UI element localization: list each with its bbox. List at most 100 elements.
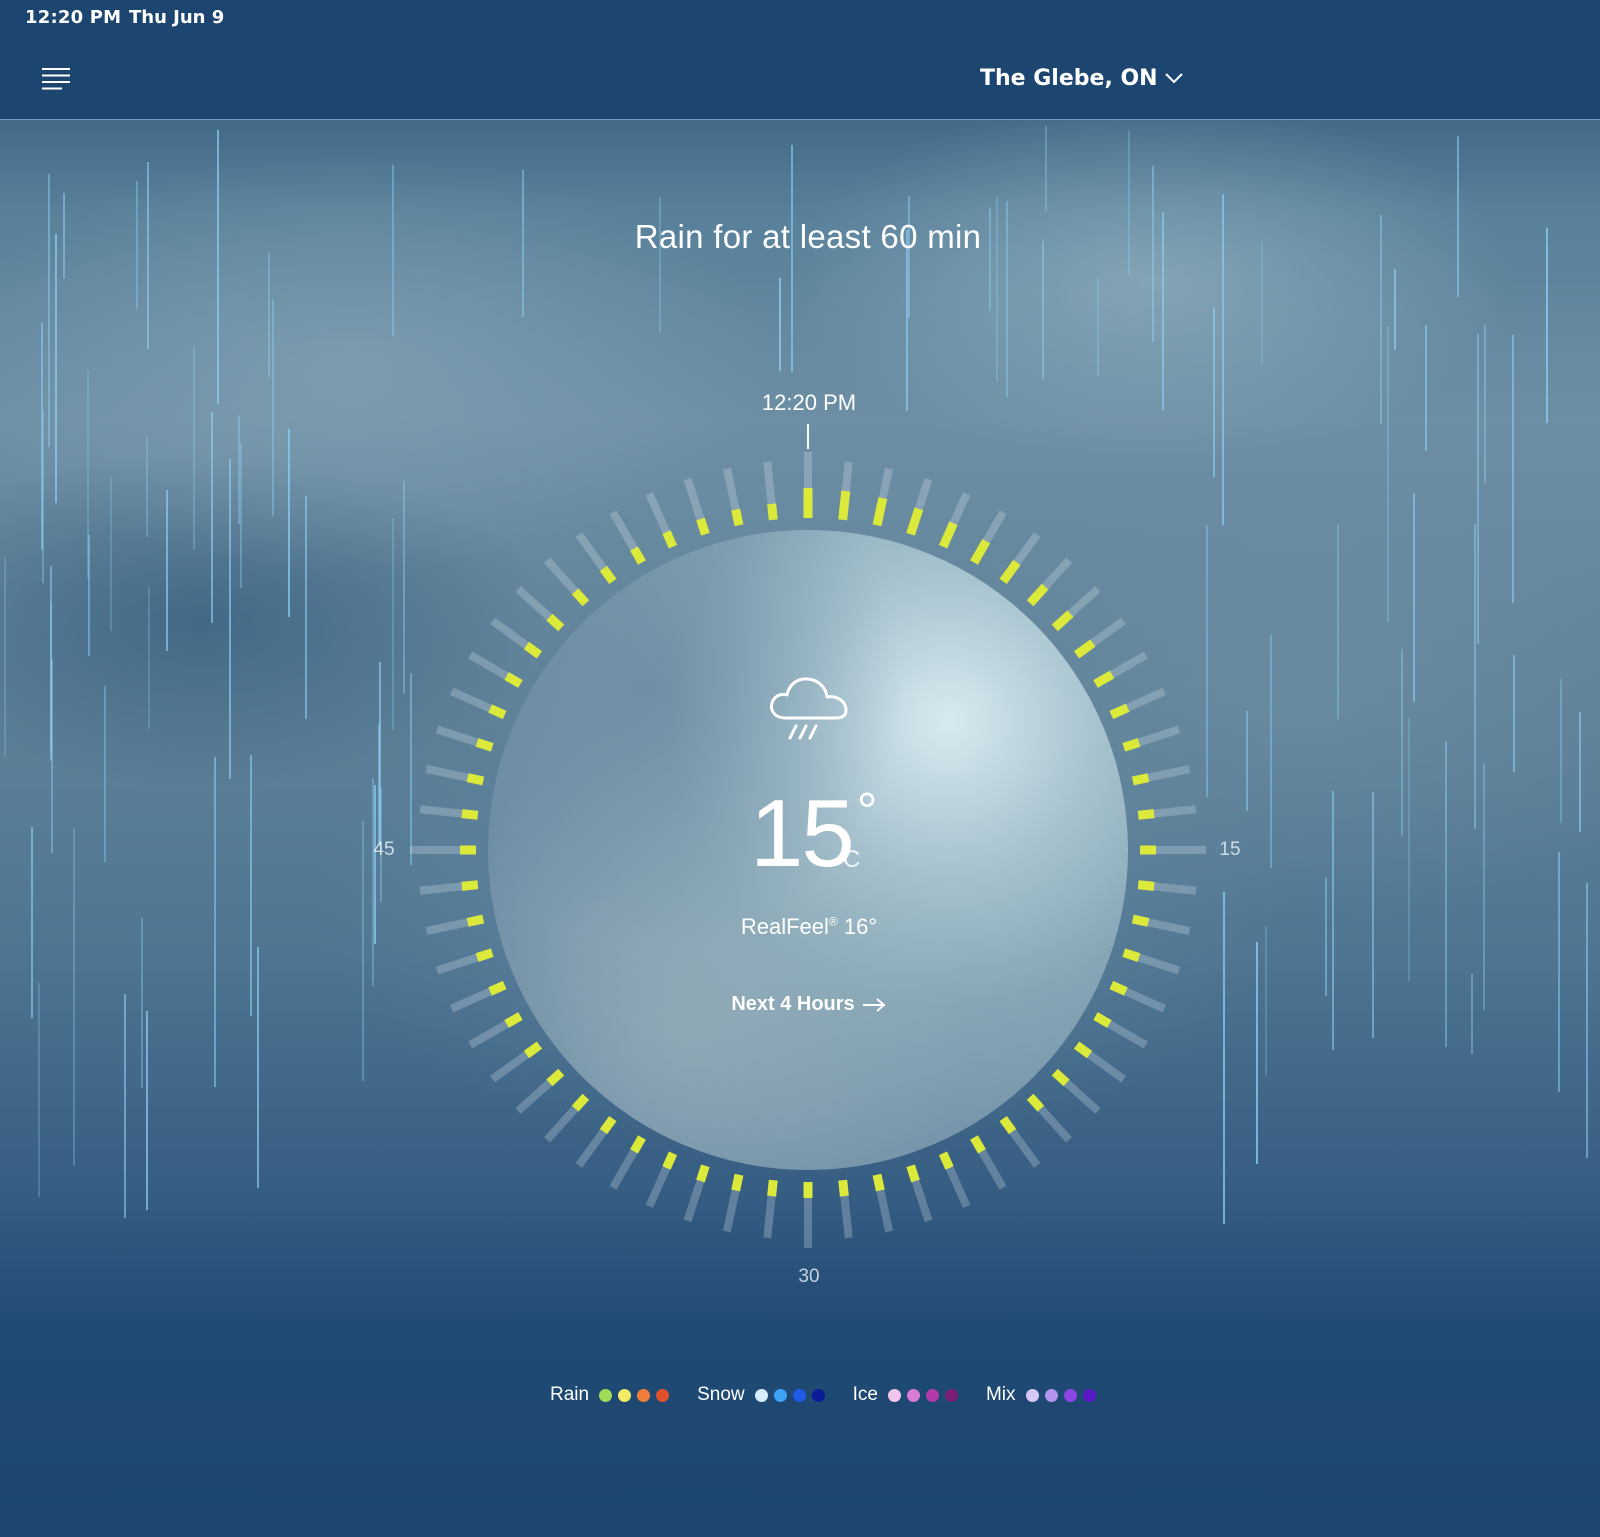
legend-swatch	[792, 1388, 806, 1402]
minute-precip-tick	[1051, 1068, 1070, 1087]
legend-swatch	[637, 1388, 651, 1402]
next-4-hours-link[interactable]: Next 4 Hours	[700, 993, 918, 1016]
minute-precip-tick	[571, 588, 590, 607]
top-bar: 12:20 PM Thu Jun 9 The Glebe, ON	[0, 0, 1600, 120]
precipitation-headline: Rain for at least 60 min	[634, 218, 982, 255]
status-bar-date: Thu Jun 9	[129, 7, 225, 28]
legend-swatch	[944, 1388, 958, 1402]
legend-swatch	[906, 1388, 920, 1402]
legend-group-snow: Snow	[697, 1384, 825, 1406]
minute-precip-tick	[906, 507, 924, 536]
minute-precip-tick	[767, 503, 778, 521]
minute-precip-tick	[938, 1151, 954, 1170]
minute-precip-tick	[523, 1041, 543, 1059]
minute-precip-tick	[1122, 738, 1141, 752]
legend-swatch	[773, 1388, 787, 1402]
minute-precip-tick	[1073, 639, 1096, 659]
minute-precip-tick	[599, 565, 617, 585]
minute-precip-tick	[1093, 670, 1115, 688]
minute-precip-tick	[662, 1151, 678, 1170]
realfeel-registered-mark: ®	[828, 914, 838, 929]
minute-precip-tick	[546, 613, 565, 632]
minute-precip-tick	[872, 497, 888, 527]
minute-precip-tick	[1137, 809, 1155, 820]
minute-precip-tick	[1137, 880, 1155, 891]
minute-precip-tick	[906, 1164, 920, 1183]
legend-label: Snow	[697, 1384, 745, 1405]
minute-precip-tick	[838, 490, 851, 521]
temperature-degree: °	[856, 783, 878, 841]
minute-precip-tick	[475, 738, 494, 752]
status-bar-time: 12:20 PM	[25, 7, 122, 28]
minute-precip-tick	[1026, 583, 1049, 607]
minute-precip-tick	[488, 980, 507, 996]
minute-precip-tick	[767, 1179, 778, 1197]
legend-swatch	[656, 1388, 670, 1402]
minute-precip-tick	[475, 948, 494, 962]
minute-precip-tick	[1073, 1041, 1093, 1059]
minute-precip-tick	[1131, 914, 1150, 927]
legend-swatch	[599, 1388, 613, 1402]
dial-current-time: 12:20 PM	[761, 390, 857, 415]
arrow-right-icon	[862, 997, 886, 1012]
minute-precip-tick	[696, 517, 710, 536]
minute-precip-tick	[488, 704, 507, 720]
minute-precip-tick	[999, 559, 1021, 585]
minute-precip-tick	[1109, 980, 1128, 996]
minute-precip-tick	[1093, 1012, 1112, 1028]
realfeel-temperature: RealFeel® 16°	[700, 914, 918, 940]
legend-group-mix: Mix	[986, 1384, 1096, 1406]
precipitation-legend: Rain Snow Ice Mix	[550, 1384, 1096, 1406]
legend-swatch	[1082, 1388, 1096, 1402]
minute-precip-tick	[504, 672, 523, 688]
hamburger-menu-icon[interactable]	[36, 60, 76, 96]
minute-precip-tick	[662, 530, 678, 549]
minute-precip-tick	[731, 1173, 744, 1192]
minute-precip-tick	[696, 1164, 710, 1183]
legend-swatch	[1044, 1388, 1058, 1402]
minute-precip-tick	[1122, 948, 1141, 962]
minute-precip-tick	[731, 508, 744, 527]
dial-axis-label-45: 45	[373, 839, 395, 860]
minute-precip-tick	[630, 546, 646, 565]
minute-precip-tick	[970, 1135, 986, 1154]
legend-label: Mix	[985, 1384, 1016, 1405]
temperature-unit: C	[843, 846, 861, 873]
minute-precip-tick	[1051, 610, 1074, 632]
dial-axis-label-15: 15	[1219, 839, 1241, 860]
minute-precip-tick	[1131, 773, 1150, 786]
legend-swatch	[1063, 1388, 1077, 1402]
minute-precip-tick	[999, 1115, 1017, 1135]
legend-swatch	[1025, 1388, 1039, 1402]
chevron-down-icon	[1164, 73, 1183, 84]
legend-group-ice: Ice	[853, 1384, 958, 1406]
legend-swatch	[811, 1388, 825, 1402]
realfeel-value: 16°	[843, 914, 878, 939]
legend-swatch	[754, 1388, 768, 1402]
minute-precip-tick	[970, 539, 991, 565]
current-temperature: 15 ° C	[750, 786, 878, 882]
minute-precip-tick	[466, 773, 485, 786]
legend-label: Rain	[550, 1384, 590, 1405]
legend-group-rain: Rain	[550, 1384, 670, 1406]
legend-swatch	[618, 1388, 632, 1402]
realfeel-label: RealFeel	[740, 914, 829, 939]
dial-axis-label-30: 30	[798, 1266, 820, 1287]
minute-precip-tick	[461, 880, 479, 891]
minute-precip-tick	[523, 641, 543, 659]
legend-label: Ice	[852, 1384, 878, 1405]
temperature-value: 15	[750, 780, 855, 887]
minute-precip-tick	[599, 1115, 617, 1135]
legend-swatch	[887, 1388, 901, 1402]
minute-precip-tick	[461, 809, 479, 820]
minute-precip-tick	[571, 1093, 590, 1112]
minute-precip-tick	[504, 1012, 523, 1028]
location-selector[interactable]: The Glebe, ON	[980, 60, 1184, 96]
minute-precip-tick	[546, 1068, 565, 1087]
minute-precip-tick	[938, 521, 958, 549]
legend-swatch	[925, 1388, 939, 1402]
minute-precip-tick	[630, 1135, 646, 1154]
minute-precip-tick	[872, 1173, 885, 1192]
location-name: The Glebe, ON	[980, 65, 1158, 91]
rain-cloud-icon	[764, 668, 854, 748]
